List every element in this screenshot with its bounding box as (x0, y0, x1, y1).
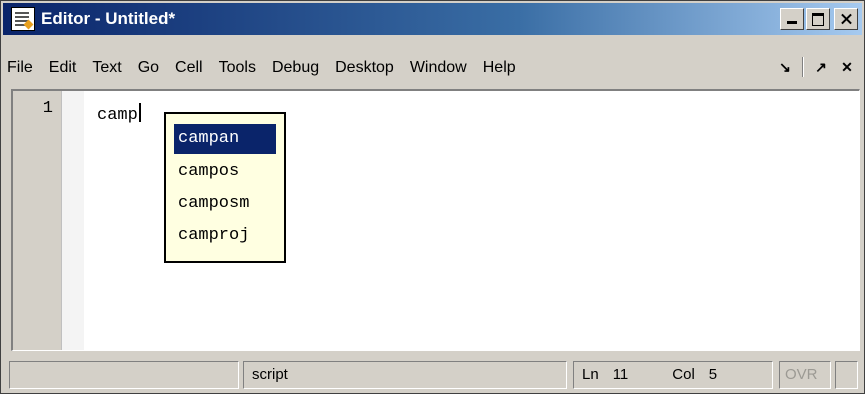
resize-grip[interactable] (835, 361, 858, 389)
code-line[interactable]: camp (97, 103, 141, 125)
autocomplete-item-selected[interactable]: campan (174, 124, 276, 154)
status-message-panel (9, 361, 239, 389)
menu-cell[interactable]: Cell (167, 59, 211, 77)
menu-debug[interactable]: Debug (264, 59, 327, 77)
menu-edit[interactable]: Edit (41, 59, 85, 77)
text-caret (138, 103, 141, 122)
title-bar[interactable]: Editor - Untitled* (3, 3, 862, 35)
line-value: 11 (612, 366, 629, 383)
code-text: camp (97, 106, 138, 125)
close-icon[interactable] (834, 8, 858, 30)
status-mode: script (243, 361, 567, 389)
autocomplete-item[interactable]: camproj (174, 220, 276, 252)
line-number-gutter: 1 (13, 91, 62, 350)
editor-app-icon[interactable] (11, 7, 35, 31)
code-folding-margin (62, 91, 84, 350)
menu-tools[interactable]: Tools (211, 59, 264, 77)
column-label: Col (672, 366, 695, 383)
close-document-icon[interactable]: ✕ (838, 59, 856, 76)
minimize-icon[interactable] (780, 8, 804, 30)
status-bar: script Ln 11 Col 5 OVR (3, 361, 862, 391)
column-value: 5 (708, 366, 718, 383)
line-number: 1 (42, 99, 53, 118)
overwrite-indicator: OVR (779, 361, 831, 389)
autocomplete-popup[interactable]: campan campos camposm camproj (164, 112, 286, 263)
undock-arrow-icon[interactable]: ↗ (812, 59, 830, 76)
autocomplete-item[interactable]: campos (174, 156, 276, 188)
window-controls (780, 8, 858, 30)
menu-go[interactable]: Go (130, 59, 167, 77)
maximize-icon[interactable] (806, 8, 830, 30)
menu-file[interactable]: File (3, 59, 41, 77)
window-title: Editor - Untitled* (41, 9, 176, 28)
code-editor[interactable]: 1 camp (11, 89, 860, 351)
menu-help[interactable]: Help (475, 59, 524, 77)
dock-controls: ↘ ↗ ✕ (776, 57, 856, 77)
status-cursor-position: Ln 11 Col 5 (573, 361, 773, 389)
dock-arrow-icon[interactable]: ↘ (776, 59, 794, 76)
menu-desktop[interactable]: Desktop (327, 59, 402, 77)
dock-separator (802, 57, 804, 77)
autocomplete-item[interactable]: camposm (174, 188, 276, 220)
editor-window: Editor - Untitled* File Edit Text Go Cel… (0, 0, 865, 394)
line-label: Ln (582, 366, 599, 383)
menu-window[interactable]: Window (402, 59, 475, 77)
menu-bar: File Edit Text Go Cell Tools Debug Deskt… (3, 53, 862, 83)
menu-text[interactable]: Text (84, 59, 129, 77)
